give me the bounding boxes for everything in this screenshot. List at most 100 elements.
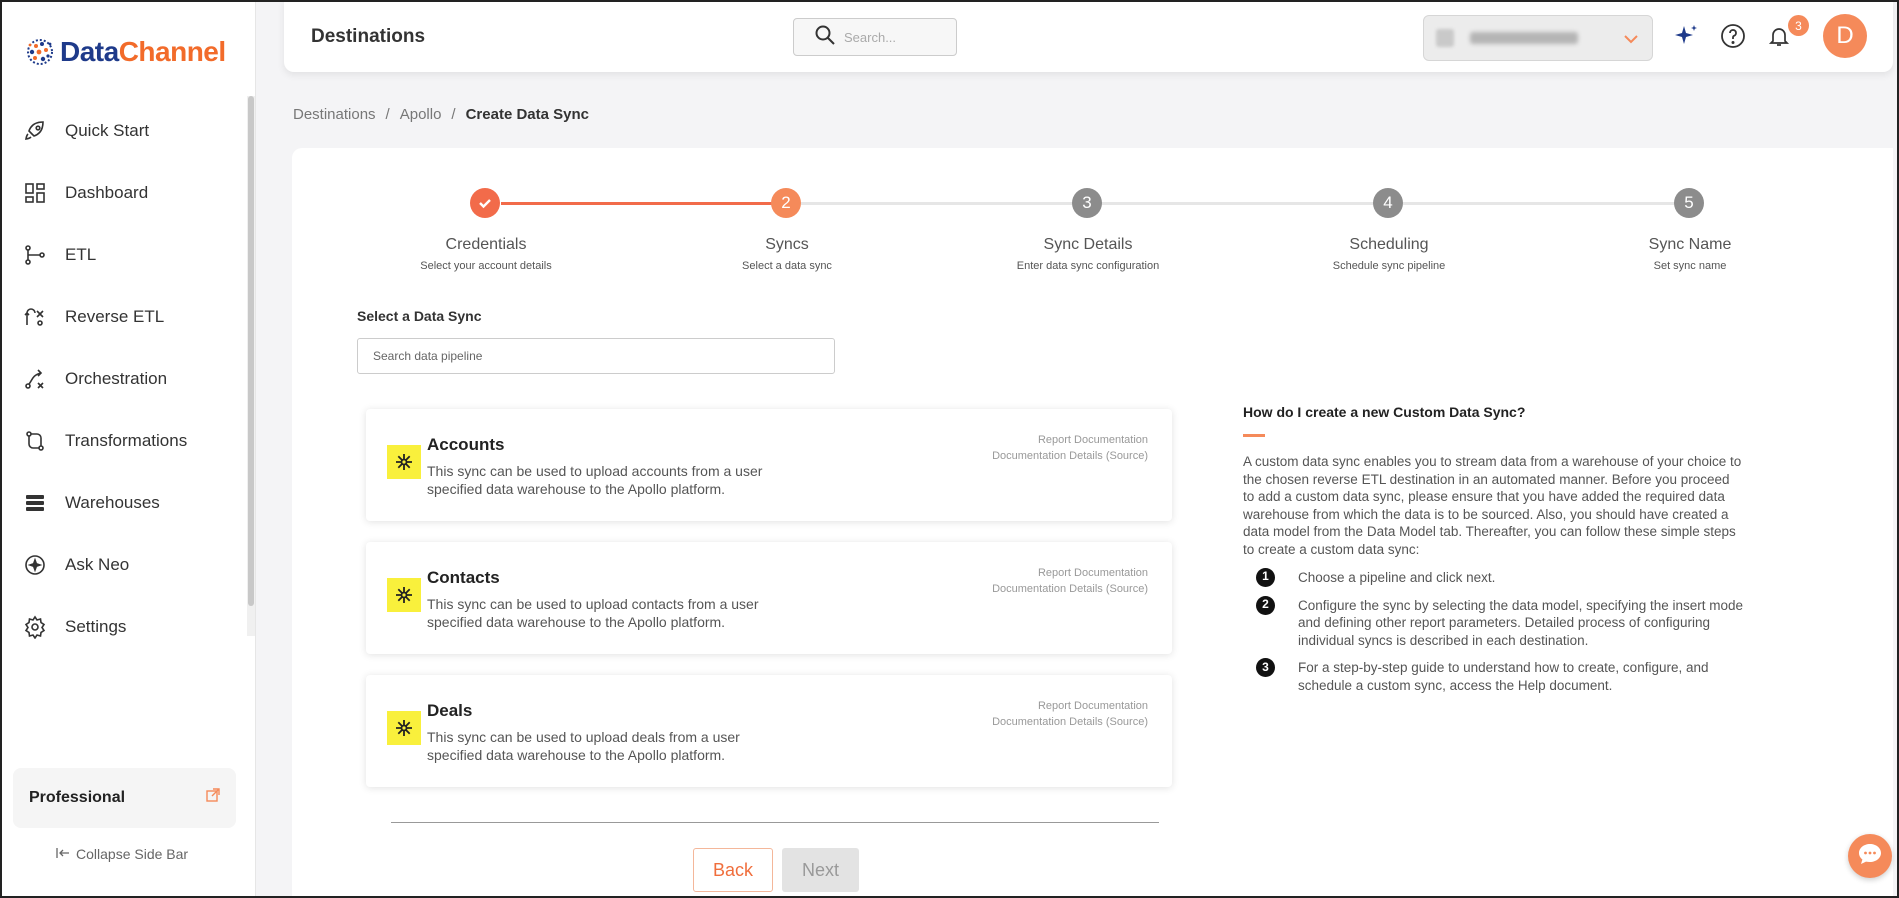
sidebar-item-warehouses[interactable]: Warehouses — [0, 472, 248, 534]
transformations-icon — [22, 428, 48, 454]
orchestration-icon — [22, 366, 48, 392]
next-button[interactable]: Next — [782, 848, 859, 892]
page-title: Destinations — [311, 26, 426, 47]
help-icon[interactable] — [1719, 22, 1747, 50]
sidebar-item-label: Warehouses — [65, 493, 160, 512]
help-steps: 1 Choose a pipeline and click next. 2 Co… — [1243, 567, 1743, 695]
workspace-name-blurred — [1470, 32, 1578, 44]
sparkle-icon — [22, 552, 48, 578]
sidebar-item-label: Reverse ETL — [65, 307, 165, 326]
workspace-logo-blurred — [1436, 29, 1454, 47]
step-2-circle[interactable]: 2 — [771, 188, 801, 218]
logo-text-channel: Channel — [118, 36, 226, 67]
help-step-number: 1 — [1256, 567, 1275, 587]
step-connector — [801, 202, 1099, 205]
help-step: 2 Configure the sync by selecting the da… — [1256, 595, 1743, 650]
sync-card-accounts[interactable]: Accounts This sync can be used to upload… — [366, 409, 1172, 521]
help-title: How do I create a new Custom Data Sync? — [1243, 404, 1526, 420]
sidebar-item-orchestration[interactable]: Orchestration — [0, 348, 248, 410]
breadcrumb-destinations[interactable]: Destinations — [293, 106, 376, 123]
help-step: 3 For a step-by-step guide to understand… — [1256, 658, 1743, 694]
report-documentation-link[interactable]: Report Documentation — [992, 698, 1148, 714]
plan-box[interactable]: Professional — [13, 768, 236, 828]
card-title: Contacts — [427, 568, 500, 587]
apollo-logo-icon — [387, 711, 421, 745]
avatar[interactable]: D — [1823, 14, 1867, 58]
step-5-circle[interactable]: 5 — [1674, 188, 1704, 218]
breadcrumb-current: Create Data Sync — [465, 106, 589, 123]
reverse-etl-icon — [22, 304, 48, 330]
sidebar-item-dashboard[interactable]: Dashboard — [0, 162, 248, 224]
sync-card-contacts[interactable]: Contacts This sync can be used to upload… — [366, 542, 1172, 654]
sync-card-deals[interactable]: Deals This sync can be used to upload de… — [366, 675, 1172, 787]
breadcrumb-separator: / — [385, 106, 390, 123]
step-2-subtitle: Select a data sync — [742, 260, 832, 272]
help-body: A custom data sync enables you to stream… — [1243, 454, 1742, 557]
global-search[interactable] — [793, 18, 957, 56]
logo-text-data: Data — [60, 36, 119, 67]
search-input[interactable] — [844, 29, 954, 45]
documentation-details-link[interactable]: Documentation Details (Source) — [992, 581, 1148, 597]
warehouses-icon — [22, 490, 48, 516]
report-documentation-link[interactable]: Report Documentation — [992, 432, 1148, 448]
search-icon — [814, 24, 836, 51]
collapse-sidebar-button[interactable]: Collapse Side Bar — [56, 846, 188, 862]
documentation-details-link[interactable]: Documentation Details (Source) — [992, 448, 1148, 464]
top-header: Destinations 3 D — [284, 0, 1893, 72]
help-accent-bar — [1243, 434, 1265, 437]
rocket-icon — [22, 118, 48, 144]
stepper: 2 3 4 5 Credentials Select your account … — [292, 148, 1893, 278]
chat-bubble-icon — [1857, 842, 1883, 871]
breadcrumb-apollo[interactable]: Apollo — [400, 106, 442, 123]
card-title: Deals — [427, 701, 473, 720]
sidebar-item-quick-start[interactable]: Quick Start — [0, 100, 248, 162]
help-step-number: 2 — [1256, 595, 1275, 615]
sidebar-item-label: Quick Start — [65, 121, 150, 140]
step-1-subtitle: Select your account details — [420, 260, 552, 272]
sidebar-scrollbar[interactable] — [247, 96, 255, 636]
sidebar-item-etl[interactable]: ETL — [0, 224, 248, 286]
help-step-number: 3 — [1256, 658, 1275, 678]
logo-mark-icon — [22, 34, 58, 70]
breadcrumb-separator: / — [451, 106, 456, 123]
external-link-icon[interactable] — [206, 788, 220, 807]
step-3-circle[interactable]: 3 — [1072, 188, 1102, 218]
step-4-circle[interactable]: 4 — [1373, 188, 1403, 218]
sidebar-item-label: ETL — [65, 245, 97, 264]
step-1-checkmark-icon[interactable] — [470, 188, 500, 218]
card-title: Accounts — [427, 435, 505, 454]
help-step-text: Configure the sync by selecting the data… — [1298, 597, 1743, 648]
breadcrumb: Destinations / Apollo / Create Data Sync — [293, 106, 589, 123]
documentation-details-link[interactable]: Documentation Details (Source) — [992, 714, 1148, 730]
sidebar-item-reverse-etl[interactable]: Reverse ETL — [0, 286, 248, 348]
sidebar-nav: Quick Start Dashboard ETL Reverse ETL Or… — [0, 100, 248, 658]
divider — [391, 822, 1159, 823]
search-pipeline-input[interactable] — [357, 338, 835, 374]
sidebar-item-label: Ask Neo — [65, 555, 130, 574]
sidebar-item-ask-neo[interactable]: Ask Neo — [0, 534, 248, 596]
dashboard-icon — [22, 180, 48, 206]
card-description: This sync can be used to upload contacts… — [427, 596, 759, 630]
notification-badge: 3 — [1788, 15, 1809, 36]
sidebar-item-settings[interactable]: Settings — [0, 596, 248, 658]
sidebar-item-label: Dashboard — [65, 183, 149, 202]
scrollbar-thumb[interactable] — [248, 96, 254, 606]
logo[interactable]: DataChannel — [22, 34, 226, 70]
step-2-title: Syncs — [765, 236, 809, 253]
report-documentation-link[interactable]: Report Documentation — [992, 565, 1148, 581]
chat-support-button[interactable] — [1848, 834, 1892, 878]
collapse-label: Collapse Side Bar — [76, 846, 189, 862]
plan-label: Professional — [29, 789, 126, 806]
help-step-text: Choose a pipeline and click next. — [1298, 569, 1496, 585]
back-button[interactable]: Back — [693, 848, 773, 892]
sidebar-item-transformations[interactable]: Transformations — [0, 410, 248, 472]
workspace-selector[interactable] — [1423, 15, 1653, 61]
card-description: This sync can be used to upload deals fr… — [427, 729, 740, 763]
ai-sparkle-icon[interactable] — [1672, 22, 1700, 50]
apollo-logo-icon — [387, 445, 421, 479]
step-3-subtitle: Enter data sync configuration — [1016, 260, 1160, 272]
step-1-title: Credentials — [445, 236, 527, 253]
etl-icon — [22, 242, 48, 268]
collapse-icon — [56, 846, 70, 862]
card-description: This sync can be used to upload accounts… — [427, 463, 763, 497]
